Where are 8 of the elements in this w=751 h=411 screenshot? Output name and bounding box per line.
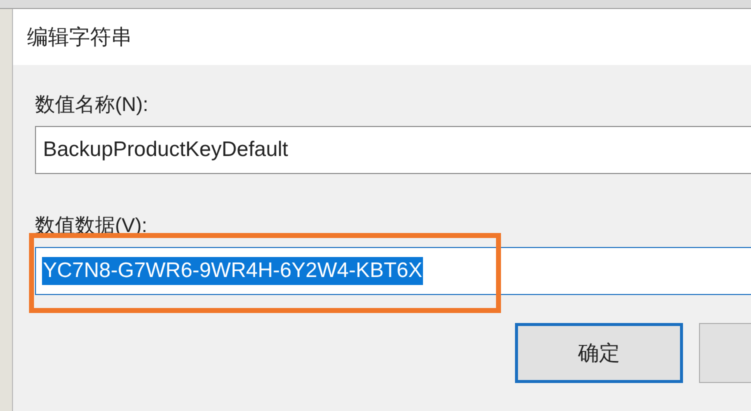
field-value: BackupProductKeyDefault [42, 137, 290, 163]
field-label: 数值名称(N): [35, 93, 148, 118]
ok-button[interactable]: 确定 [515, 323, 683, 383]
window-title: 编辑字符串 [27, 25, 132, 51]
dialog-button[interactable] [699, 323, 751, 383]
input-field[interactable]: YC7N8-G7WR6-9WR4H-6Y2W4-KBT6X [35, 247, 751, 295]
field-value: YC7N8-G7WR6-9WR4H-6Y2W4-KBT6X [42, 257, 424, 285]
input-field[interactable]: BackupProductKeyDefault [35, 126, 751, 174]
